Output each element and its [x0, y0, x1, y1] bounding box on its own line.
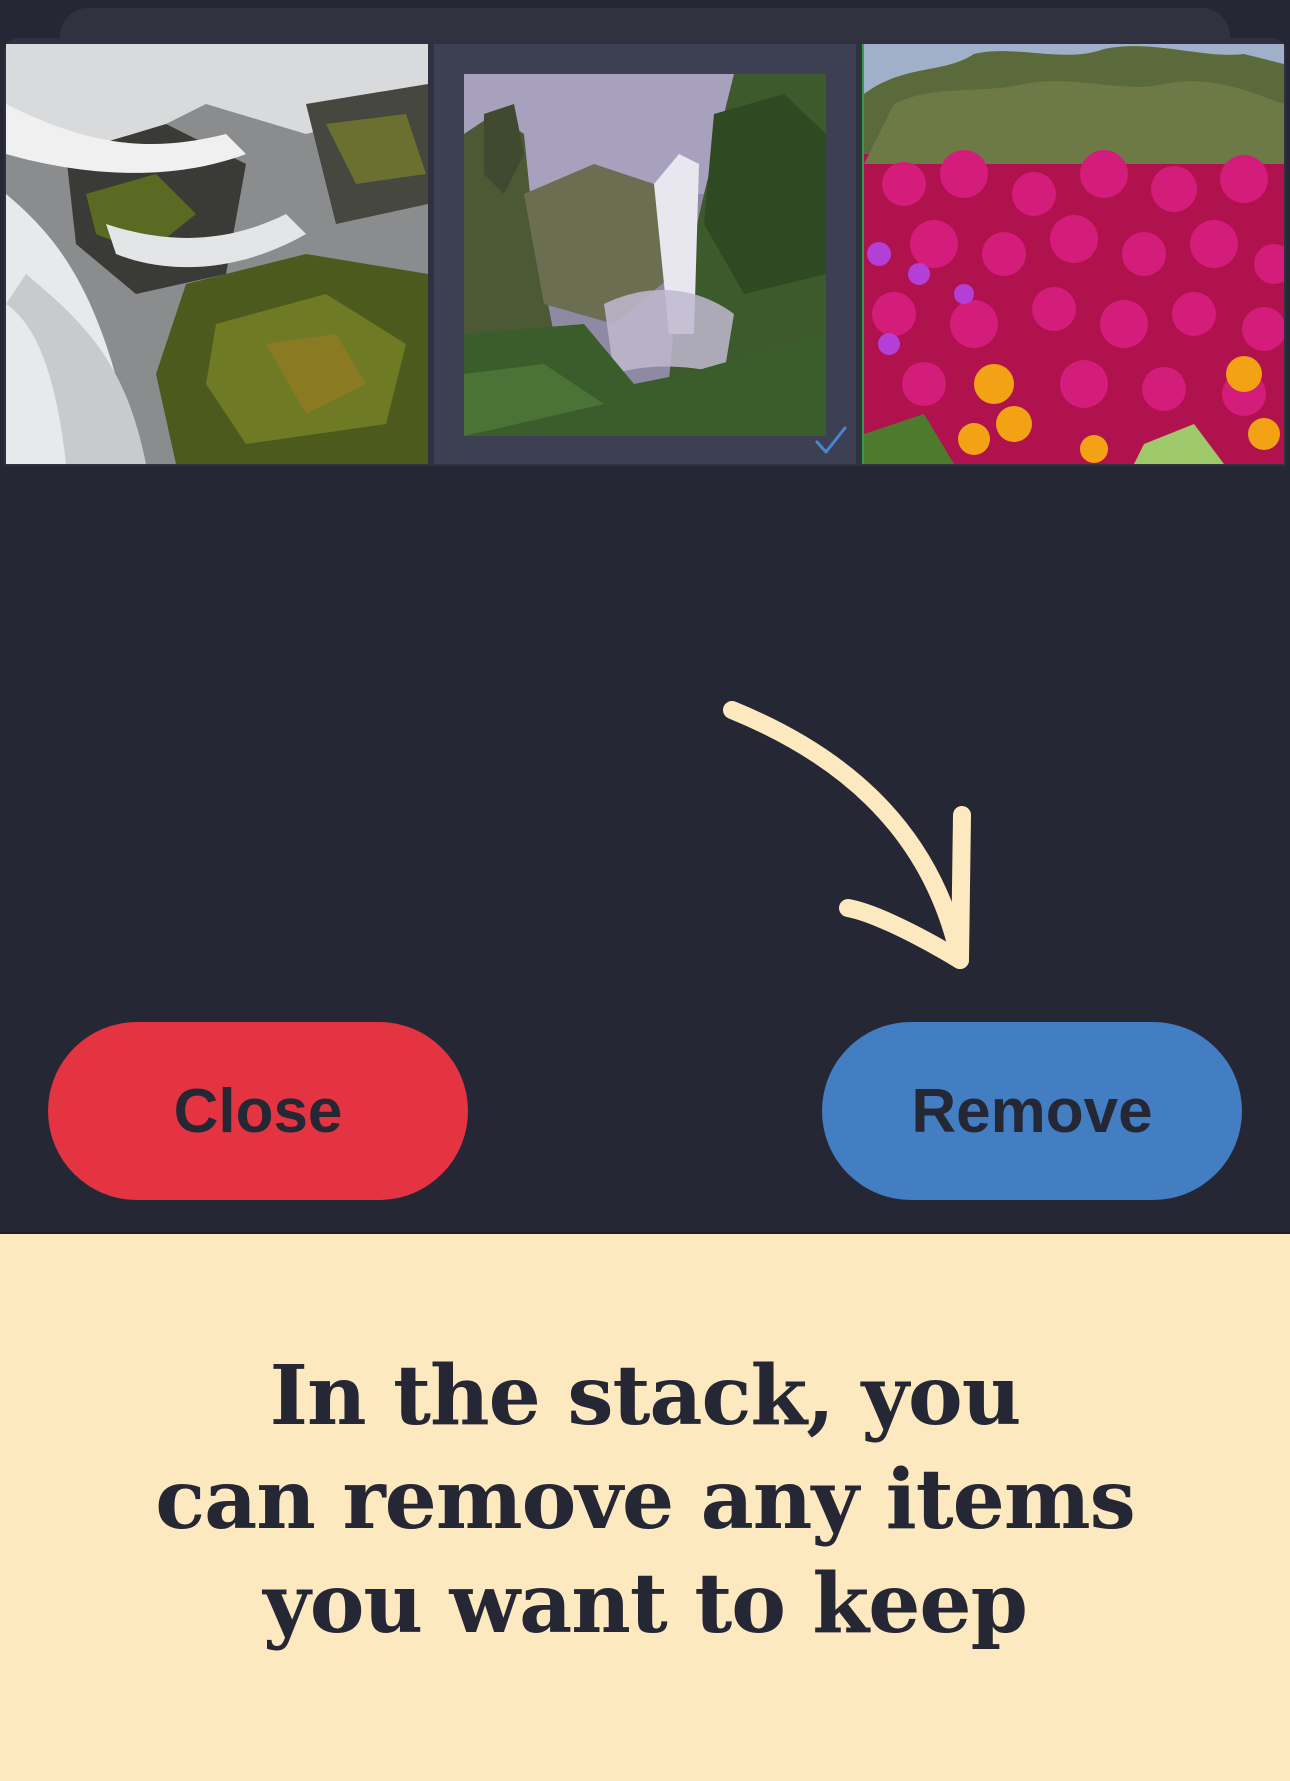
caption-line-2: can remove any items [155, 1452, 1136, 1548]
photo-flowers[interactable] [862, 44, 1286, 464]
waterfall-rocks-image [6, 44, 428, 464]
caption-line-1: In the stack, you [269, 1348, 1022, 1444]
caption-line-3: you want to keep [263, 1556, 1028, 1652]
photo-waterfall-canyon[interactable] [434, 44, 856, 464]
photo-waterfall-rocks[interactable] [6, 44, 428, 464]
app-screen: Close Remove In the stack, you can remov… [0, 0, 1290, 1781]
caption-text: In the stack, you can remove any items y… [0, 1344, 1290, 1656]
hint-arrow-icon [723, 701, 971, 969]
close-button[interactable]: Close [48, 1022, 468, 1200]
selected-check-icon [815, 426, 847, 454]
stack-view: Close Remove [0, 0, 1290, 1232]
caption-panel: In the stack, you can remove any items y… [0, 1232, 1290, 1781]
flowers-image [864, 44, 1284, 464]
waterfall-canyon-image [464, 74, 826, 436]
remove-button[interactable]: Remove [822, 1022, 1242, 1200]
